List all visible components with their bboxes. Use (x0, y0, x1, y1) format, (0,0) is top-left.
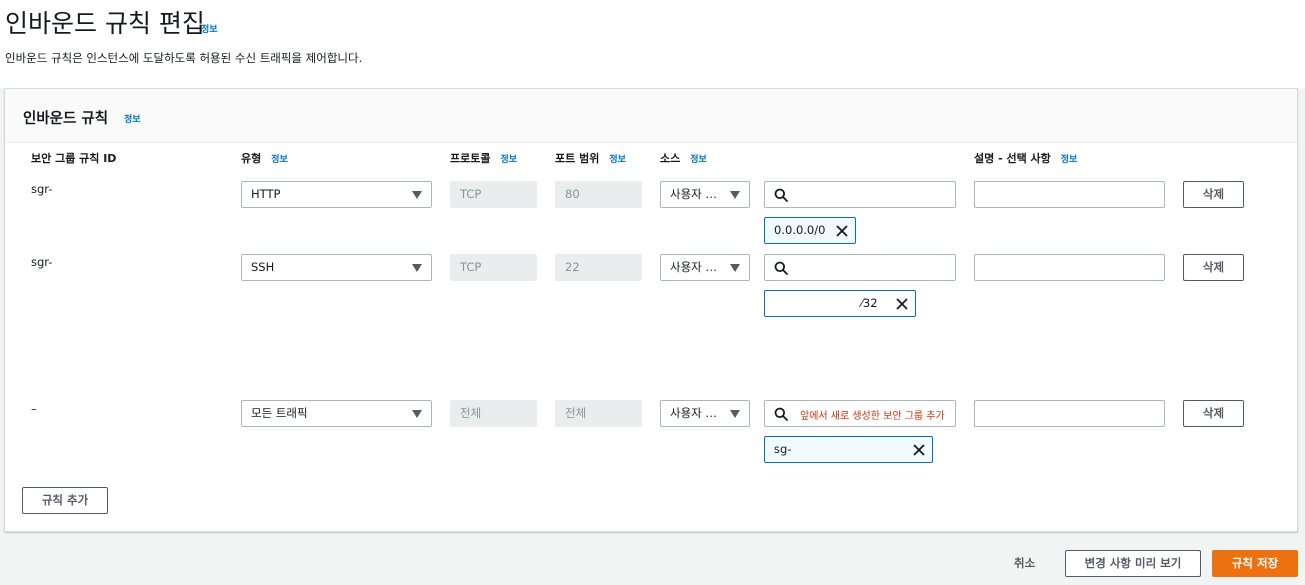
delete-rule-button[interactable]: 삭제 (1183, 181, 1244, 208)
protocol-field: 전체 (450, 400, 537, 427)
rule-type-select[interactable]: 모든 트래픽 (241, 400, 432, 427)
source-token: ⁄32 (764, 290, 916, 317)
description-input[interactable] (974, 254, 1165, 281)
column-header-source: 소스 정보 (660, 152, 707, 165)
save-rules-button[interactable]: 규칙 저장 (1212, 550, 1298, 577)
close-icon[interactable] (912, 443, 926, 457)
search-icon (774, 261, 788, 275)
caret-down-icon (730, 410, 740, 418)
source-token: 0.0.0.0/0 (764, 217, 856, 244)
rule-id: – (31, 402, 37, 416)
page-description: 인바운드 규칙은 인스턴스에 도달하도록 허용된 수신 트래픽을 제어합니다. (5, 51, 363, 65)
column-header-rule-id: 보안 그룹 규칙 ID (31, 152, 117, 165)
add-rule-button[interactable]: 규칙 추가 (22, 487, 108, 514)
preview-changes-button[interactable]: 변경 사항 미리 보기 (1065, 550, 1201, 577)
panel-header: 인바운드 규칙 정보 (5, 89, 1297, 143)
rule-type-select[interactable]: HTTP (241, 181, 432, 208)
caret-down-icon (412, 264, 422, 272)
source-search-input[interactable] (764, 254, 956, 281)
page-title: 인바운드 규칙 편집 (5, 9, 205, 38)
source-type-select[interactable]: 사용자 … (660, 181, 750, 208)
port-range-field: 80 (555, 181, 642, 208)
page-header: 인바운드 규칙 편집 정보 인바운드 규칙은 인스턴스에 도달하도록 허용된 수… (0, 0, 1305, 88)
search-placeholder: 앞에서 새로 생성한 보안 그룹 추가 (800, 411, 945, 422)
type-info-link[interactable]: 정보 (271, 155, 288, 165)
source-info-link[interactable]: 정보 (690, 155, 707, 165)
caret-down-icon (730, 264, 740, 272)
source-search-input[interactable]: 앞에서 새로 생성한 보안 그룹 추가 (764, 400, 956, 427)
panel-title: 인바운드 규칙 (23, 111, 109, 127)
close-icon[interactable] (895, 297, 909, 311)
description-input[interactable] (974, 400, 1165, 427)
caret-down-icon (412, 191, 422, 199)
delete-rule-button[interactable]: 삭제 (1183, 400, 1244, 427)
protocol-field: TCP (450, 254, 537, 281)
port-range-field: 전체 (555, 400, 642, 427)
inbound-rules-panel: 인바운드 규칙 정보 (4, 88, 1298, 532)
caret-down-icon (730, 191, 740, 199)
delete-rule-button[interactable]: 삭제 (1183, 254, 1244, 281)
protocol-field: TCP (450, 181, 537, 208)
close-icon[interactable] (835, 224, 849, 238)
rule-id: sgr- (31, 255, 53, 269)
rule-type-select[interactable]: SSH (241, 254, 432, 281)
title-info-link[interactable]: 정보 (201, 22, 218, 35)
port-range-info-link[interactable]: 정보 (609, 155, 626, 165)
column-header-protocol: 프로토콜 정보 (450, 152, 518, 165)
column-header-port-range: 포트 범위 정보 (555, 152, 626, 165)
source-type-select[interactable]: 사용자 … (660, 400, 750, 427)
column-header-type: 유형 정보 (241, 152, 288, 165)
column-header-description: 설명 - 선택 사항 정보 (974, 152, 1078, 165)
panel-info-link[interactable]: 정보 (124, 112, 141, 125)
caret-down-icon (412, 410, 422, 418)
cancel-button[interactable]: 취소 (1014, 555, 1035, 571)
source-type-select[interactable]: 사용자 … (660, 254, 750, 281)
source-search-input[interactable] (764, 181, 956, 208)
description-info-link[interactable]: 정보 (1061, 155, 1078, 165)
description-input[interactable] (974, 181, 1165, 208)
port-range-field: 22 (555, 254, 642, 281)
rule-id: sgr- (31, 182, 53, 196)
protocol-info-link[interactable]: 정보 (500, 155, 517, 165)
search-icon (774, 188, 788, 202)
search-icon (774, 407, 788, 421)
source-token: sg- (764, 436, 933, 463)
